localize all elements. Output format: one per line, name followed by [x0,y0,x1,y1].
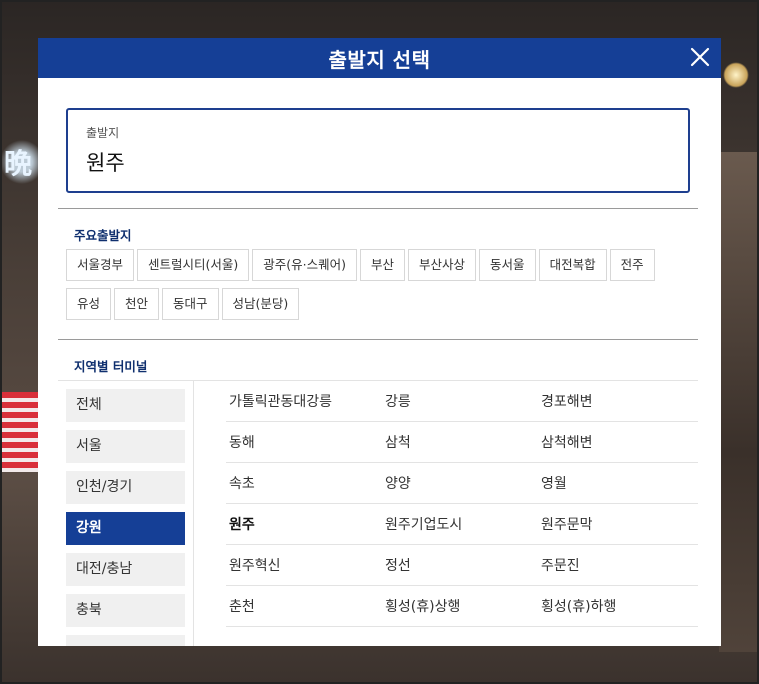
terminal-item[interactable]: 정선 [382,555,538,575]
terminal-item[interactable]: 주문진 [538,555,694,575]
major-origin-chip[interactable]: 성남(분당) [221,288,300,320]
terminal-row: 춘천 횡성(휴)상행 횡성(휴)하행 [226,586,698,627]
major-origin-chip[interactable]: 대전복합 [538,249,607,281]
terminal-row: 가톨릭관동대강릉 강릉 경포해변 [226,381,698,422]
origin-select-modal: 출발지 선택 출발지 원주 주요출발지 서울경부 센트럴시티(서울) 광주(유·스퀘… [38,38,721,646]
region-tab-incheon-gyeonggi[interactable]: 인천/경기 [66,471,185,504]
terminal-grid: 가톨릭관동대강릉 강릉 경포해변 동해 삼척 삼척해변 속초 양양 영월 원주 … [220,381,698,627]
terminal-item[interactable]: 원주혁신 [226,555,382,575]
terminal-item[interactable]: 횡성(휴)하행 [538,596,694,616]
origin-value: 원주 [86,151,125,175]
modal-title: 출발지 선택 [328,47,431,72]
region-tab-chungbuk[interactable]: 충북 [66,594,185,627]
terminal-item[interactable]: 삼척 [382,432,538,452]
close-button[interactable] [685,42,715,72]
major-section-title: 주요출발지 [74,228,132,243]
regional-section-title: 지역별 터미널 [74,359,148,374]
terminal-item[interactable]: 가톨릭관동대강릉 [226,391,382,411]
background-sign: 晩 [4,147,33,180]
major-origin-chip[interactable]: 센트럴시티(서울) [137,249,250,281]
major-origin-chip[interactable]: 동서울 [479,249,536,281]
major-origin-chip[interactable]: 부산사상 [408,249,477,281]
region-tab-all[interactable]: 전체 [66,389,185,422]
terminal-row: 원주혁신 정선 주문진 [226,545,698,586]
region-tab-daejeon-chungnam[interactable]: 대전/충남 [66,553,185,586]
terminal-item[interactable]: 원주기업도시 [382,514,538,534]
major-origins-list: 서울경부 센트럴시티(서울) 광주(유·스퀘어) 부산 부산사상 동서울 대전복합 전주 유성… [66,249,706,327]
major-origin-chip[interactable]: 광주(유·스퀘어) [252,249,358,281]
section-divider [58,208,698,209]
terminal-item[interactable]: 강릉 [382,391,538,411]
close-icon [690,47,710,67]
region-tab-gangwon[interactable]: 강원 [66,512,185,545]
terminal-item[interactable]: 삼척해변 [538,432,694,452]
region-tab-partial[interactable] [66,635,185,646]
major-origin-chip[interactable]: 천안 [114,288,160,320]
terminal-item[interactable]: 동해 [226,432,382,452]
origin-label: 출발지 [86,126,120,140]
major-origin-chip[interactable]: 전주 [609,249,655,281]
major-origin-chip[interactable]: 유성 [66,288,112,320]
background-lamp [723,62,749,88]
terminal-item[interactable]: 원주문막 [538,514,694,534]
terminal-item-selected[interactable]: 원주 [226,514,382,534]
terminal-item[interactable]: 영월 [538,473,694,493]
terminal-item[interactable]: 경포해변 [538,391,694,411]
background-pillar [719,152,757,652]
terminal-item[interactable]: 속초 [226,473,382,493]
region-column-divider [193,380,194,646]
terminal-item[interactable]: 양양 [382,473,538,493]
major-origin-chip[interactable]: 부산 [360,249,406,281]
modal-header: 출발지 선택 [38,38,721,78]
background-neon [2,392,40,472]
region-tab-seoul[interactable]: 서울 [66,430,185,463]
section-divider [58,339,698,340]
major-origin-chip[interactable]: 서울경부 [66,249,135,281]
terminal-row: 원주 원주기업도시 원주문막 [226,504,698,545]
origin-input[interactable]: 출발지 원주 [66,108,690,193]
terminal-item[interactable]: 춘천 [226,596,382,616]
region-list: 전체 서울 인천/경기 강원 대전/충남 충북 [66,389,185,646]
terminal-item[interactable]: 횡성(휴)상행 [382,596,538,616]
major-origin-chip[interactable]: 동대구 [162,288,219,320]
terminal-row: 동해 삼척 삼척해변 [226,422,698,463]
terminal-row: 속초 양양 영월 [226,463,698,504]
